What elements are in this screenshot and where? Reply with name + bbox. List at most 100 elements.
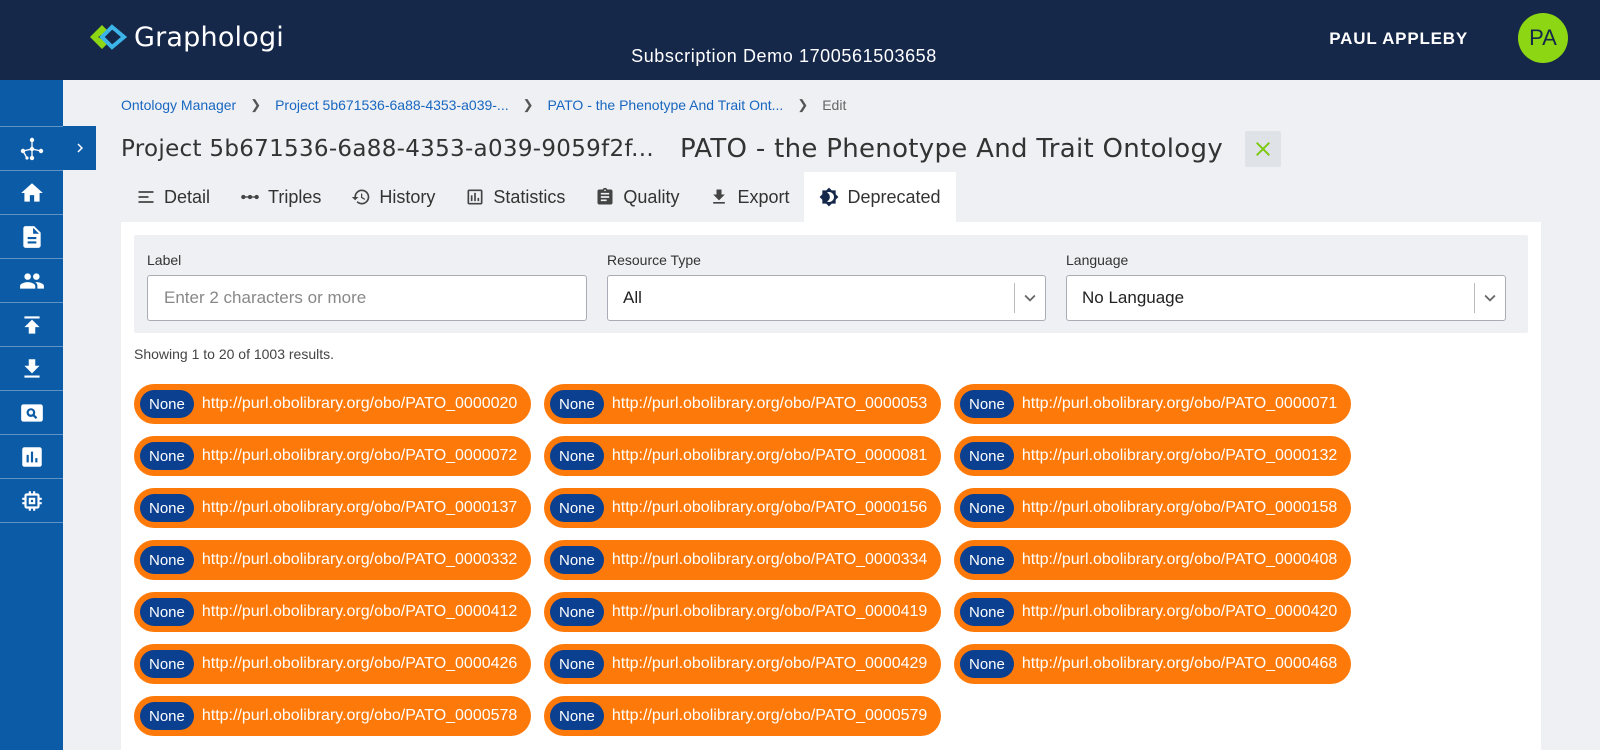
resource-chip[interactable]: None http://purl.obolibrary.org/obo/PATO_… [544, 592, 941, 632]
language-badge: None [550, 702, 604, 730]
breadcrumb-current: Edit [822, 97, 847, 113]
user-name[interactable]: PAUL APPLEBY [1329, 29, 1468, 49]
sidebar-item-graph[interactable] [0, 127, 63, 171]
upload-icon [23, 315, 40, 334]
resource-type-select[interactable]: All [607, 275, 1046, 321]
brightness-icon [820, 187, 839, 207]
resource-chip[interactable]: None http://purl.obolibrary.org/obo/PATO_… [544, 384, 941, 424]
tab-triples[interactable]: Triples [225, 172, 336, 222]
close-button[interactable] [1245, 131, 1282, 167]
resource-chip[interactable]: None http://purl.obolibrary.org/obo/PATO_… [544, 436, 941, 476]
language-badge: None [140, 650, 194, 678]
resource-chip[interactable]: None http://purl.obolibrary.org/obo/PATO_… [544, 488, 941, 528]
language-badge: None [960, 650, 1014, 678]
tab-quality[interactable]: Quality [580, 172, 694, 222]
resource-chip[interactable]: None http://purl.obolibrary.org/obo/PATO_… [134, 592, 531, 632]
resource-uri: http://purl.obolibrary.org/obo/PATO_0000… [611, 499, 928, 516]
subscription-label: Subscription Demo 1700561503658 [631, 46, 937, 66]
top-header: Graphologi Subscription Demo 17005615036… [0, 0, 1600, 80]
resource-uri: http://purl.obolibrary.org/obo/PATO_0000… [1021, 655, 1338, 672]
resource-chip[interactable]: None http://purl.obolibrary.org/obo/PATO_… [134, 540, 531, 580]
resource-chip[interactable]: None http://purl.obolibrary.org/obo/PATO_… [954, 540, 1351, 580]
bar-chart-icon [21, 446, 42, 467]
resource-uri: http://purl.obolibrary.org/obo/PATO_0000… [611, 395, 928, 412]
sidebar-item-statistics[interactable] [0, 435, 63, 479]
resource-chip[interactable]: None http://purl.obolibrary.org/obo/PATO_… [134, 488, 531, 528]
sidebar-expand-button[interactable] [63, 126, 96, 170]
resource-uri: http://purl.obolibrary.org/obo/PATO_0000… [611, 603, 928, 620]
tab-deprecated[interactable]: Deprecated [804, 172, 956, 222]
sidebar-item-users[interactable] [0, 259, 63, 303]
resource-chip[interactable]: None http://purl.obolibrary.org/obo/PATO_… [544, 540, 941, 580]
resource-uri: http://purl.obolibrary.org/obo/PATO_0000… [201, 499, 518, 516]
language-select[interactable]: No Language [1066, 275, 1506, 321]
resource-uri: http://purl.obolibrary.org/obo/PATO_0000… [1021, 395, 1338, 412]
search-screen-icon [20, 403, 43, 422]
resource-chip[interactable]: None http://purl.obolibrary.org/obo/PATO_… [544, 644, 941, 684]
history-icon [352, 189, 370, 205]
resource-uri: http://purl.obolibrary.org/obo/PATO_0000… [1021, 499, 1338, 516]
sidebar-item-home[interactable] [0, 171, 63, 215]
language-badge: None [550, 546, 604, 574]
tab-bar: Detail Triples History Statistics Qualit… [121, 172, 956, 222]
breadcrumb-separator-icon: ❯ [797, 97, 809, 112]
resource-chip[interactable]: None http://purl.obolibrary.org/obo/PATO_… [544, 696, 941, 736]
language-value: No Language [1082, 288, 1185, 307]
language-badge: None [960, 598, 1014, 626]
sidebar-item-documents[interactable] [0, 215, 63, 259]
language-badge: None [140, 494, 194, 522]
sidebar-item-download[interactable] [0, 347, 63, 391]
language-badge: None [960, 494, 1014, 522]
tab-export[interactable]: Export [694, 172, 804, 222]
resource-uri: http://purl.obolibrary.org/obo/PATO_0000… [611, 707, 928, 724]
resource-chip[interactable]: None http://purl.obolibrary.org/obo/PATO_… [954, 644, 1351, 684]
resource-type-value: All [623, 288, 642, 307]
breadcrumb-ontology-manager[interactable]: Ontology Manager [121, 97, 236, 113]
tab-label: Detail [164, 186, 211, 207]
label-search-input[interactable] [147, 275, 587, 321]
resource-chip[interactable]: None http://purl.obolibrary.org/obo/PATO_… [954, 436, 1351, 476]
resource-uri: http://purl.obolibrary.org/obo/PATO_0000… [201, 447, 518, 464]
resource-chip[interactable]: None http://purl.obolibrary.org/obo/PATO_… [134, 436, 531, 476]
sidebar-item-processing[interactable] [0, 479, 63, 523]
resource-chip[interactable]: None http://purl.obolibrary.org/obo/PATO_… [134, 696, 531, 736]
language-badge: None [140, 702, 194, 730]
download-icon [713, 189, 726, 204]
result-count: Showing 1 to 20 of 1003 results. [134, 346, 335, 362]
document-icon [22, 225, 41, 248]
resource-uri: http://purl.obolibrary.org/obo/PATO_0000… [201, 655, 518, 672]
resource-chip[interactable]: None http://purl.obolibrary.org/obo/PATO_… [954, 384, 1351, 424]
resource-uri: http://purl.obolibrary.org/obo/PATO_0000… [201, 603, 518, 620]
project-title: Project 5b671536-6a88-4353-a039-9059f2f.… [121, 136, 654, 162]
title-row: Project 5b671536-6a88-4353-a039-9059f2f.… [121, 131, 1282, 167]
sidebar-item-upload[interactable] [0, 303, 63, 347]
sidebar-spacer [0, 80, 63, 127]
resource-uri: http://purl.obolibrary.org/obo/PATO_0000… [1021, 551, 1338, 568]
download-icon [23, 358, 40, 378]
tab-label: Quality [623, 186, 680, 207]
language-badge: None [140, 598, 194, 626]
resource-uri: http://purl.obolibrary.org/obo/PATO_0000… [1021, 447, 1338, 464]
tab-statistics[interactable]: Statistics [450, 172, 580, 222]
language-badge: None [960, 390, 1014, 418]
clipboard-icon [597, 187, 613, 205]
resource-chip[interactable]: None http://purl.obolibrary.org/obo/PATO_… [134, 644, 531, 684]
resource-chip[interactable]: None http://purl.obolibrary.org/obo/PATO_… [954, 488, 1351, 528]
language-badge: None [960, 442, 1014, 470]
tab-history[interactable]: History [336, 172, 450, 222]
resource-chip[interactable]: None http://purl.obolibrary.org/obo/PATO_… [134, 384, 531, 424]
language-badge: None [550, 598, 604, 626]
resource-uri: http://purl.obolibrary.org/obo/PATO_0000… [611, 447, 928, 464]
breadcrumb-ontology[interactable]: PATO - the Phenotype And Trait Ont... [548, 97, 784, 113]
tab-detail[interactable]: Detail [121, 172, 225, 222]
breadcrumb-separator-icon: ❯ [250, 97, 262, 112]
avatar[interactable]: PA [1518, 13, 1568, 63]
resource-uri: http://purl.obolibrary.org/obo/PATO_0000… [201, 551, 518, 568]
sidebar-item-search[interactable] [0, 391, 63, 435]
resource-chip[interactable]: None http://purl.obolibrary.org/obo/PATO_… [954, 592, 1351, 632]
breadcrumb-project[interactable]: Project 5b671536-6a88-4353-a039-... [275, 97, 509, 113]
tab-label: Export [737, 186, 790, 207]
label-filter-title: Label [147, 252, 182, 268]
resource-uri: http://purl.obolibrary.org/obo/PATO_0000… [611, 551, 928, 568]
tab-label: Statistics [493, 186, 566, 207]
